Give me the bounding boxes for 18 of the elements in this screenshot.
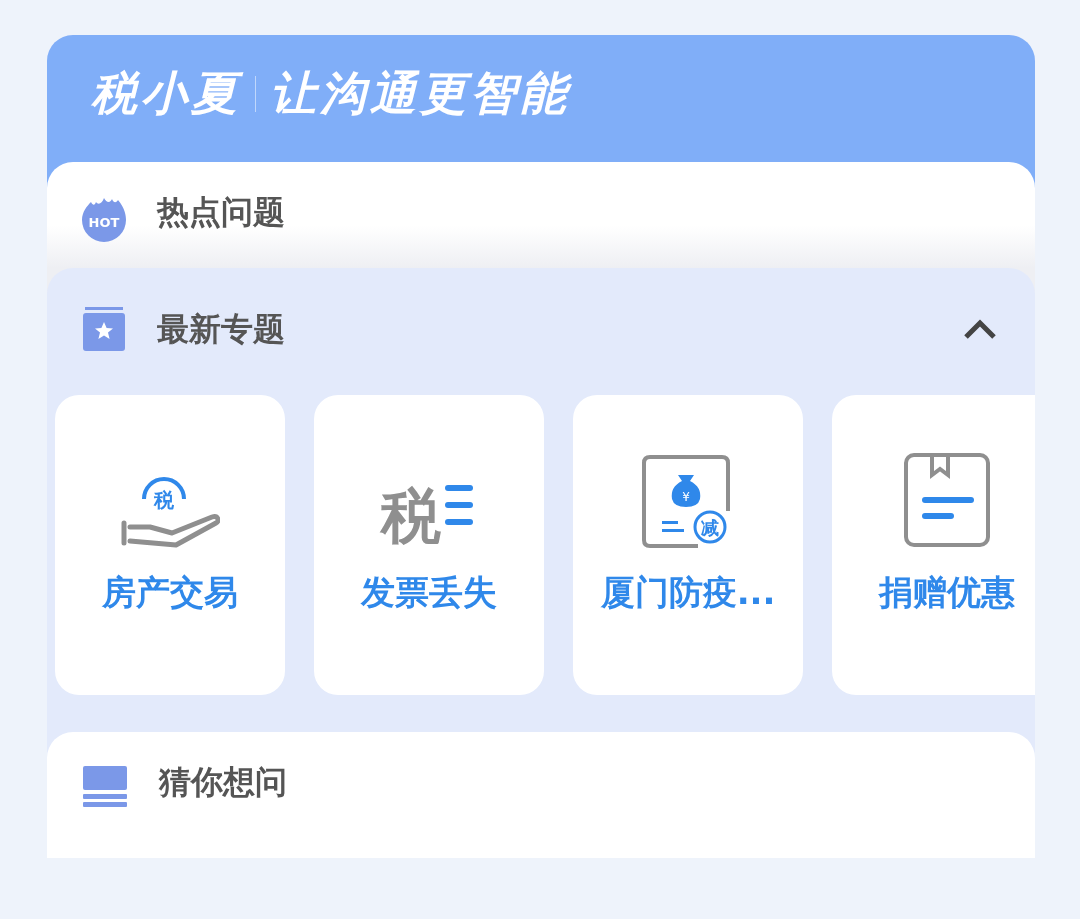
topic-tile[interactable]: ¥ 减 厦门防疫...: [573, 395, 803, 695]
topic-tile[interactable]: 税 房产交易: [55, 395, 285, 695]
list-icon: [83, 766, 127, 808]
section-title: 猜你想问: [159, 766, 287, 798]
bookmark-star-icon: [81, 305, 127, 353]
hot-flame-icon: HOT: [81, 196, 127, 242]
topic-tile[interactable]: 捐赠优惠: [832, 395, 1035, 695]
topic-label: 房产交易: [102, 575, 238, 609]
section-title: 热点问题: [157, 196, 285, 228]
guess-section[interactable]: 猜你想问: [47, 732, 1035, 858]
topic-label: 发票丢失: [361, 575, 497, 609]
collapse-chevron-icon[interactable]: [963, 318, 997, 340]
hot-section[interactable]: HOT 热点问题: [47, 162, 1035, 268]
topic-tile[interactable]: 税 发票丢失: [314, 395, 544, 695]
topic-label: 捐赠优惠: [879, 575, 1015, 609]
slogan: 让沟通更智能: [270, 65, 570, 122]
section-title: 最新专题: [157, 313, 285, 345]
topic-label: 厦门防疫...: [600, 575, 776, 609]
